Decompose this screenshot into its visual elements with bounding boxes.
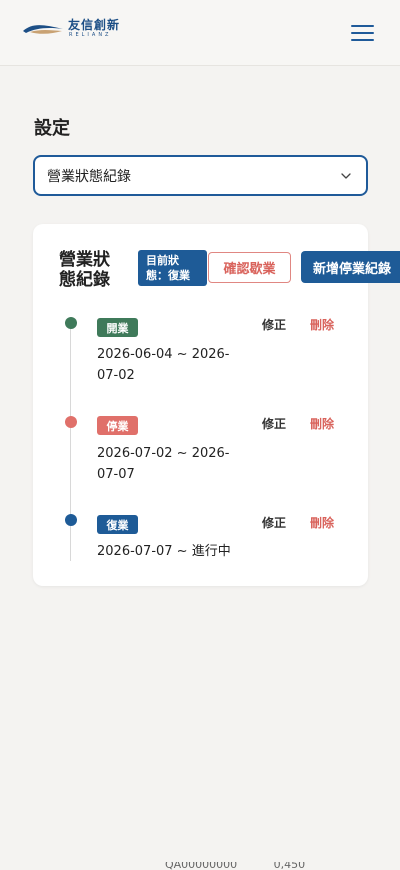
record-period: 2026-07-07 ~ 進行中	[97, 544, 231, 559]
record-period: 2026-06-04 ~ 2026-07-02	[97, 347, 230, 383]
delete-record-button[interactable]: 刪除	[310, 514, 334, 531]
hamburger-menu-icon[interactable]	[350, 22, 376, 42]
logo-cn-text: 友信創新	[68, 18, 121, 32]
add-suspension-record-button[interactable]: 新增停業紀錄	[301, 251, 400, 283]
chevron-down-icon	[341, 173, 351, 179]
footer-text: QA00000000 0,450	[165, 862, 306, 870]
edit-record-button[interactable]: 修正	[262, 415, 286, 432]
settings-category-select[interactable]: 營業狀態紀錄	[33, 155, 368, 196]
timeline-dot	[65, 317, 77, 329]
delete-record-button[interactable]: 刪除	[310, 415, 334, 432]
confirm-closure-button[interactable]: 確認歇業	[208, 252, 291, 283]
delete-record-button[interactable]: 刪除	[310, 316, 334, 333]
select-value: 營業狀態紀錄	[47, 168, 131, 185]
timeline-dot	[65, 514, 77, 526]
card-title: 營業狀態紀錄	[59, 250, 110, 290]
logo[interactable]: 友信創新 RELIANZ	[22, 18, 120, 39]
logo-en-text: RELIANZ	[69, 32, 112, 38]
business-status-card: 營業狀態紀錄 目前狀態：復業 確認歇業 新增停業紀錄 開業 2026-06-04…	[33, 224, 400, 586]
status-tag: 開業	[97, 318, 138, 337]
timeline-dot	[65, 416, 77, 428]
current-status-badge: 目前狀態：復業	[138, 250, 207, 286]
record-period: 2026-07-02 ~ 2026-07-07	[97, 446, 230, 482]
status-tag: 停業	[97, 416, 138, 435]
page-title: 設定	[34, 118, 70, 139]
app-header: 友信創新 RELIANZ	[0, 0, 400, 66]
edit-record-button[interactable]: 修正	[262, 316, 286, 333]
logo-wave-icon	[23, 24, 63, 34]
footer-partial-row: QA00000000 0,450	[0, 862, 400, 870]
edit-record-button[interactable]: 修正	[262, 514, 286, 531]
status-tag: 復業	[97, 515, 138, 534]
